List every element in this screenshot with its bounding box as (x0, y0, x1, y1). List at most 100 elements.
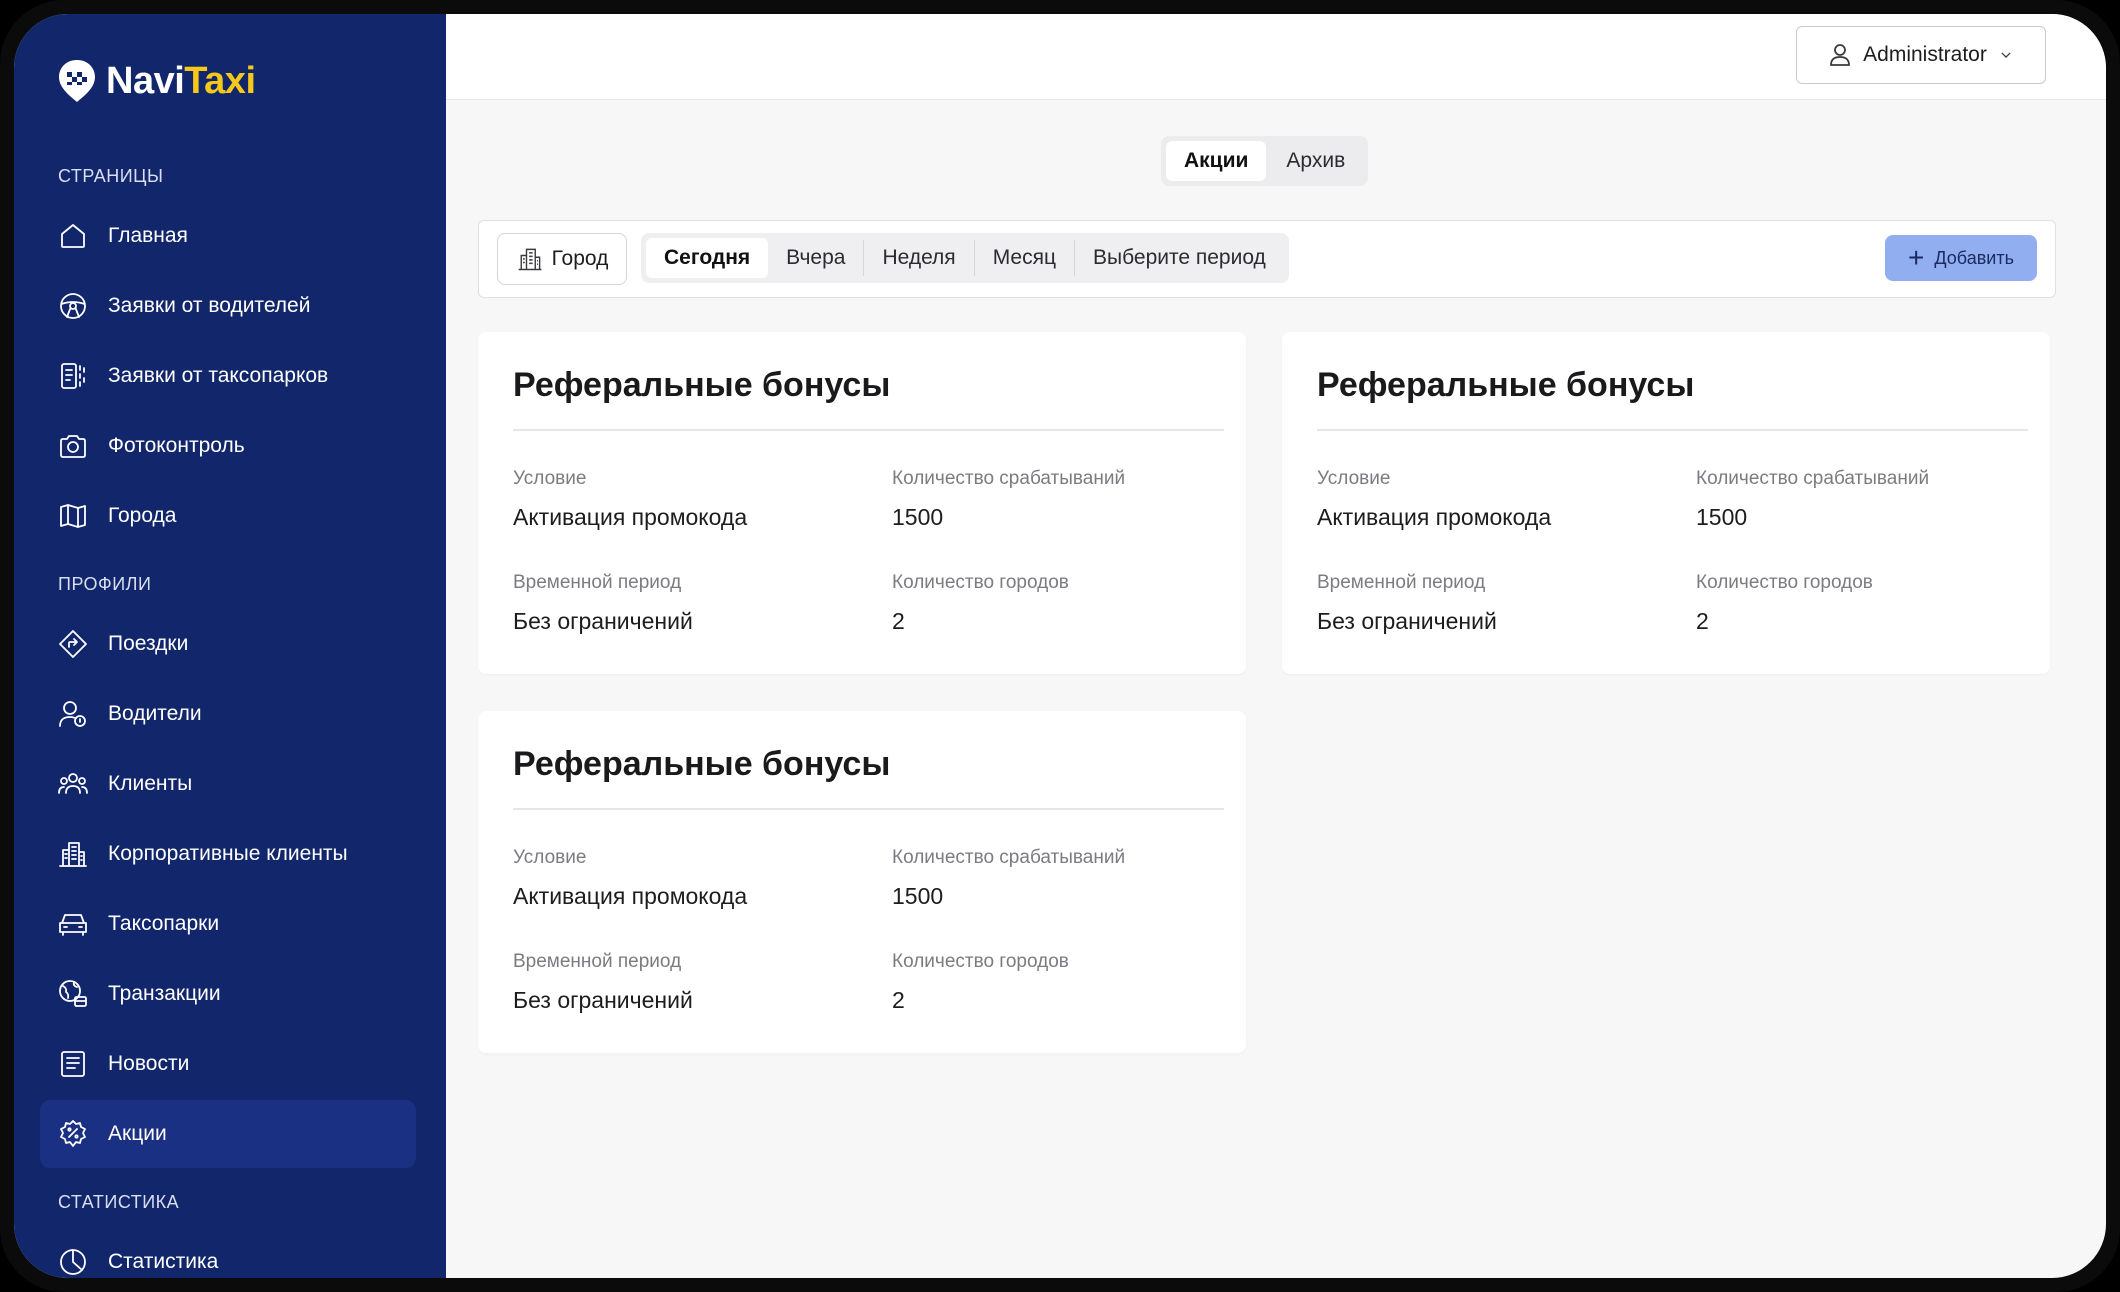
sidebar-item-label: Фотоконтроль (108, 434, 245, 457)
period-selector: Сегодня Вчера Неделя Месяц Выберите пери… (641, 233, 1289, 283)
section-title-statistics: Статистика (58, 1192, 180, 1212)
section-title-profiles: Профили (58, 574, 152, 594)
transactions-icon (56, 977, 90, 1011)
view-tabs: Акции Архив (1161, 136, 1369, 186)
period-custom[interactable]: Выберите период (1075, 238, 1284, 278)
home-icon (56, 219, 90, 253)
city-filter-button[interactable]: Город (497, 233, 627, 285)
sidebar-item-label: Акции (108, 1122, 167, 1145)
building-icon (518, 248, 541, 271)
user-icon (1830, 44, 1851, 66)
count-label: Количество срабатываний (1696, 468, 1930, 489)
add-button-label: Добавить (1934, 247, 2014, 268)
logo-pin-icon (59, 60, 95, 102)
sidebar-item-driver-requests[interactable]: Заявки от водителей (40, 272, 416, 340)
period-yesterday[interactable]: Вчера (768, 238, 863, 278)
news-icon (56, 1047, 90, 1081)
tab-archive[interactable]: Архив (1268, 141, 1363, 181)
card-title: Реферальные бонусы (513, 366, 891, 404)
condition-label: Условие (1317, 468, 1391, 489)
sidebar-item-taxipark-requests[interactable]: Заявки от таксопарков (40, 342, 416, 410)
sidebar-item-photo-control[interactable]: Фотоконтроль (40, 412, 416, 480)
city-filter-label: Город (551, 247, 609, 270)
top-bar: Administrator (446, 14, 2106, 100)
sidebar-item-label: Заявки от таксопарков (108, 364, 329, 387)
divider (513, 429, 1224, 431)
cities-label: Количество городов (892, 951, 1069, 972)
count-value: 1500 (1696, 504, 1748, 530)
user-menu-button[interactable]: Administrator (1796, 26, 2046, 84)
sidebar: NaviTaxi Страницы Главная Заявки от води… (14, 14, 446, 1278)
sidebar-item-corporate-clients[interactable]: Корпоративные клиенты (40, 820, 416, 888)
user-menu-label: Administrator (1863, 43, 1987, 66)
plus-icon: + (1908, 242, 1925, 273)
camera-icon (56, 429, 90, 463)
count-label: Количество срабатываний (892, 847, 1126, 868)
divider (513, 808, 1224, 810)
count-value: 1500 (892, 883, 944, 909)
map-icon (56, 499, 90, 533)
sidebar-item-label: Водители (108, 702, 202, 725)
car-icon (56, 907, 90, 941)
sidebar-item-trips[interactable]: Поездки (40, 610, 416, 678)
period-value: Без ограничений (513, 608, 693, 634)
logo-text: NaviTaxi (106, 60, 256, 103)
count-value: 1500 (892, 504, 944, 530)
period-month[interactable]: Месяц (975, 238, 1074, 278)
section-title-pages: Страницы (58, 166, 164, 186)
divider (1317, 429, 2028, 431)
sidebar-item-label: Корпоративные клиенты (108, 842, 348, 865)
sidebar-item-label: Заявки от водителей (108, 294, 311, 317)
sidebar-item-cities[interactable]: Города (40, 482, 416, 550)
app-screen: NaviTaxi Страницы Главная Заявки от води… (14, 14, 2106, 1278)
condition-label: Условие (513, 468, 587, 489)
chevron-down-icon (2001, 52, 2011, 58)
cities-label: Количество городов (892, 572, 1069, 593)
sidebar-item-label: Новости (108, 1052, 190, 1075)
logo[interactable]: NaviTaxi (56, 58, 256, 104)
sidebar-item-transactions[interactable]: Транзакции (40, 960, 416, 1028)
period-week[interactable]: Неделя (864, 238, 973, 278)
pie-chart-icon (56, 1245, 90, 1278)
add-button[interactable]: + Добавить (1885, 235, 2037, 281)
sidebar-item-statistics[interactable]: Статистика (40, 1228, 416, 1278)
route-icon (56, 627, 90, 661)
count-label: Количество срабатываний (892, 468, 1126, 489)
tab-promotions[interactable]: Акции (1166, 141, 1267, 181)
device-frame: NaviTaxi Страницы Главная Заявки от води… (0, 0, 2120, 1292)
promo-card[interactable]: Реферальные бонусы Условие Активация про… (478, 332, 1246, 674)
condition-value: Активация промокода (513, 883, 748, 909)
cities-label: Количество городов (1696, 572, 1873, 593)
promo-icon (56, 1117, 90, 1151)
period-value: Без ограничений (1317, 608, 1497, 634)
condition-value: Активация промокода (513, 504, 748, 530)
sidebar-item-clients[interactable]: Клиенты (40, 750, 416, 818)
condition-value: Активация промокода (1317, 504, 1552, 530)
period-today[interactable]: Сегодня (646, 238, 769, 278)
period-label: Временной период (1317, 572, 1486, 593)
sidebar-item-label: Таксопарки (108, 912, 220, 935)
sidebar-item-news[interactable]: Новости (40, 1030, 416, 1098)
building-icon (56, 837, 90, 871)
promo-card[interactable]: Реферальные бонусы Условие Активация про… (478, 711, 1246, 1053)
sidebar-item-label: Статистика (108, 1250, 219, 1273)
sidebar-item-label: Транзакции (108, 982, 221, 1005)
logo-text-part1: Navi (106, 59, 185, 102)
period-label: Временной период (513, 951, 682, 972)
sidebar-item-label: Поездки (108, 632, 189, 655)
cities-value: 2 (1696, 608, 1709, 634)
sidebar-item-taxiparks[interactable]: Таксопарки (40, 890, 416, 958)
promo-card[interactable]: Реферальные бонусы Условие Активация про… (1282, 332, 2050, 674)
sidebar-item-promotions[interactable]: Акции (40, 1100, 416, 1168)
period-label: Временной период (513, 572, 682, 593)
main-content: Administrator Акции Архив Город Сегодня … (446, 14, 2106, 1278)
sidebar-item-label: Клиенты (108, 772, 193, 795)
period-value: Без ограничений (513, 987, 693, 1013)
sidebar-item-drivers[interactable]: Водители (40, 680, 416, 748)
card-title: Реферальные бонусы (513, 745, 891, 783)
condition-label: Условие (513, 847, 587, 868)
steering-wheel-icon (56, 289, 90, 323)
sidebar-item-home[interactable]: Главная (40, 202, 416, 270)
sidebar-item-label: Главная (108, 224, 188, 247)
driver-icon (56, 697, 90, 731)
